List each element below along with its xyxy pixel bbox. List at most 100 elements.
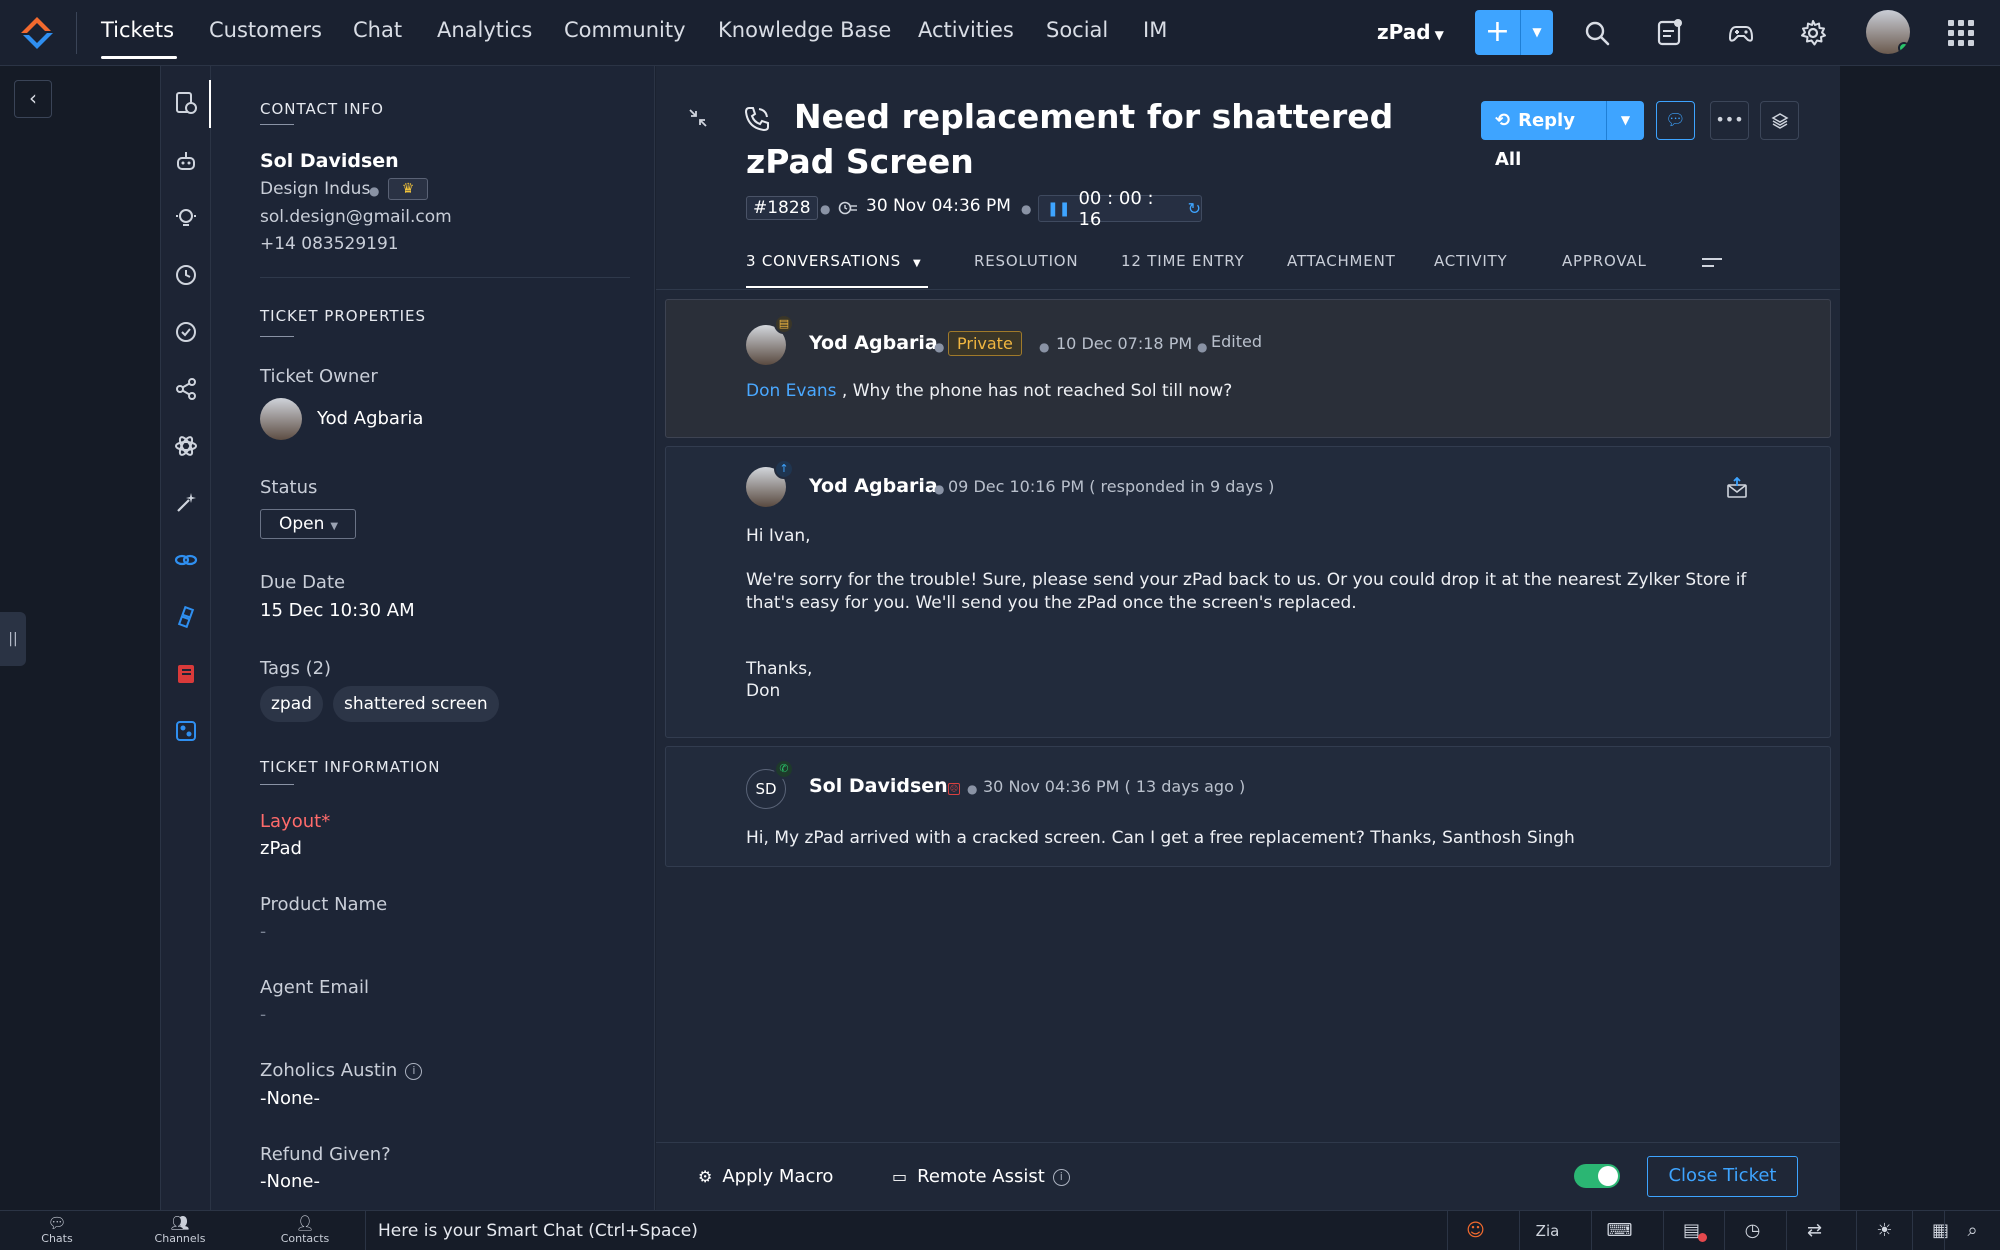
zoho-desk-logo[interactable] bbox=[18, 14, 56, 52]
author-name[interactable]: Yod Agbaria bbox=[809, 332, 938, 354]
tag-chip[interactable]: zpad bbox=[260, 686, 323, 722]
back-arrow-icon[interactable]: ‹ bbox=[14, 80, 52, 118]
due-date-value[interactable]: 15 Dec 10:30 AM bbox=[260, 600, 415, 621]
collapse-arrows-icon[interactable] bbox=[686, 106, 710, 130]
atom-icon[interactable] bbox=[173, 433, 199, 459]
tab-activity[interactable]: ACTIVITY bbox=[1434, 252, 1507, 270]
author-name[interactable]: Sol Davidsen bbox=[809, 775, 948, 797]
contacts-button[interactable]: 👤︎ Contacts bbox=[270, 1214, 340, 1245]
tab-time-entry[interactable]: 12 TIME ENTRY bbox=[1121, 252, 1245, 270]
layout-value[interactable]: zPad bbox=[260, 838, 302, 859]
notebook-integration-icon[interactable] bbox=[173, 661, 199, 687]
integration-link-icon[interactable] bbox=[173, 547, 199, 573]
outgoing-arrow-icon: ↑ bbox=[774, 459, 794, 479]
layers-button[interactable] bbox=[1760, 101, 1799, 140]
product-name-value[interactable]: - bbox=[260, 922, 266, 942]
chats-button[interactable]: 💬︎ Chats bbox=[22, 1214, 92, 1245]
channels-button[interactable]: 👥︎ Channels bbox=[145, 1214, 215, 1245]
private-badge: Private bbox=[948, 331, 1022, 356]
info-icon[interactable]: i bbox=[405, 1062, 423, 1080]
user-avatar[interactable] bbox=[1866, 10, 1910, 54]
search-icon[interactable] bbox=[1582, 18, 1612, 48]
projects-integration-icon[interactable] bbox=[173, 718, 199, 744]
brightness-icon[interactable]: ☀ bbox=[1856, 1211, 1912, 1250]
ticket-properties-icon[interactable] bbox=[173, 90, 199, 116]
conversation-reply[interactable]: ↑ Yod Agbaria ● 09 Dec 10:16 PM ( respon… bbox=[665, 446, 1831, 738]
toggle-switch[interactable] bbox=[1574, 1164, 1620, 1188]
vip-crown-icon: ♛ bbox=[388, 178, 428, 200]
contact-email[interactable]: sol.design@gmail.com bbox=[260, 207, 452, 227]
ticket-owner-name[interactable]: Yod Agbaria bbox=[317, 408, 423, 429]
contact-info-heading: CONTACT INFO bbox=[260, 100, 384, 118]
pause-icon[interactable]: ❚❚ bbox=[1047, 201, 1070, 217]
clock-icon[interactable]: ◷ bbox=[1724, 1211, 1780, 1250]
tab-attachment[interactable]: ATTACHMENT bbox=[1287, 252, 1396, 270]
conversation-customer-message[interactable]: SD ✆ Sol Davidsen ☹ ● 30 Nov 04:36 PM ( … bbox=[665, 746, 1831, 867]
ticket-action-bar: ⚙ Apply Macro ▭ Remote Assist i Close Ticke… bbox=[656, 1142, 1840, 1210]
chat-bubble-icon: 💬︎ bbox=[47, 1214, 67, 1232]
zoholics-austin-value[interactable]: -None- bbox=[260, 1088, 320, 1109]
nav-activities[interactable]: Activities bbox=[918, 18, 1014, 42]
contact-name[interactable]: Sol Davidsen bbox=[260, 150, 399, 172]
panel-resize-handle[interactable]: || bbox=[0, 612, 26, 666]
smart-chat-input[interactable]: Here is your Smart Chat (Ctrl+Space) bbox=[365, 1211, 1440, 1250]
zia-icon[interactable]: Zia bbox=[1519, 1211, 1575, 1250]
comment-button[interactable]: 💬︎ bbox=[1656, 101, 1695, 140]
reply-all-label[interactable]: ⟲ Reply All bbox=[1481, 101, 1607, 170]
refund-given-value[interactable]: -None- bbox=[260, 1171, 320, 1192]
agent-email-value[interactable]: - bbox=[260, 1005, 266, 1025]
department-switcher[interactable]: zPad ▼ bbox=[1377, 20, 1444, 44]
email-sent-icon[interactable] bbox=[1726, 477, 1748, 499]
transfer-icon[interactable]: ⇄ bbox=[1786, 1211, 1842, 1250]
contact-phone[interactable]: +14 083529191 bbox=[260, 234, 399, 254]
app-grid-icon[interactable] bbox=[1948, 20, 1974, 46]
share-icon[interactable] bbox=[173, 376, 199, 402]
nav-analytics[interactable]: Analytics bbox=[437, 18, 532, 42]
chevron-down-icon[interactable]: ▼ bbox=[1521, 10, 1553, 55]
history-icon[interactable] bbox=[173, 262, 199, 288]
status-dropdown[interactable]: Open ▼ bbox=[260, 509, 356, 539]
gamepad-icon[interactable] bbox=[1726, 18, 1756, 48]
ticket-details-panel: CONTACT INFO Sol Davidsen Design Indus ●… bbox=[211, 66, 655, 1210]
sort-menu-icon[interactable] bbox=[1702, 258, 1722, 272]
crm-integration-icon[interactable] bbox=[173, 604, 199, 630]
contact-company[interactable]: Design Indus bbox=[260, 179, 370, 199]
apply-macro-button[interactable]: ⚙ Apply Macro bbox=[698, 1166, 833, 1187]
notifications-icon[interactable]: ▤ bbox=[1663, 1211, 1719, 1250]
refund-given-label: Refund Given? bbox=[260, 1144, 391, 1165]
check-circle-icon[interactable] bbox=[173, 319, 199, 345]
plus-icon[interactable]: + bbox=[1475, 10, 1521, 55]
more-options-button[interactable]: ••• bbox=[1710, 101, 1749, 140]
nav-knowledge-base[interactable]: Knowledge Base bbox=[718, 18, 891, 42]
nav-community[interactable]: Community bbox=[564, 18, 686, 42]
reply-all-button[interactable]: ⟲ Reply All ▼ bbox=[1481, 101, 1644, 170]
lightbulb-icon[interactable] bbox=[173, 205, 199, 231]
separator-dot: ● bbox=[369, 184, 380, 198]
zia-bot-icon[interactable]: ☺ bbox=[1447, 1211, 1503, 1250]
ticket-id-badge[interactable]: #1828 bbox=[746, 196, 818, 220]
keyboard-icon[interactable]: ⌨ bbox=[1591, 1211, 1647, 1250]
new-item-button[interactable]: + ▼ bbox=[1475, 10, 1553, 55]
gear-icon[interactable] bbox=[1798, 18, 1828, 48]
tab-resolution[interactable]: RESOLUTION bbox=[974, 252, 1078, 270]
info-icon[interactable]: i bbox=[1052, 1168, 1070, 1186]
tab-conversations[interactable]: 3 CONVERSATIONS ▼ bbox=[746, 252, 922, 270]
bot-icon[interactable] bbox=[173, 148, 199, 174]
notes-icon[interactable] bbox=[1654, 18, 1684, 48]
search-icon[interactable]: ⌕ bbox=[1944, 1211, 2000, 1250]
refresh-icon[interactable]: ↻ bbox=[1188, 199, 1201, 218]
nav-im[interactable]: IM bbox=[1143, 18, 1167, 42]
nav-social[interactable]: Social bbox=[1046, 18, 1108, 42]
mention-link[interactable]: Don Evans bbox=[746, 381, 837, 401]
magic-wand-icon[interactable] bbox=[173, 490, 199, 516]
conversation-private-comment[interactable]: ▤ Yod Agbaria ● Private ● 10 Dec 07:18 P… bbox=[665, 299, 1831, 438]
nav-customers[interactable]: Customers bbox=[209, 18, 322, 42]
tab-approval[interactable]: APPROVAL bbox=[1562, 252, 1647, 270]
close-ticket-button[interactable]: Close Ticket bbox=[1647, 1156, 1798, 1197]
chevron-down-icon[interactable]: ▼ bbox=[1607, 101, 1644, 140]
nav-tickets[interactable]: Tickets bbox=[101, 18, 174, 42]
author-name[interactable]: Yod Agbaria bbox=[809, 475, 938, 497]
tag-chip[interactable]: shattered screen bbox=[333, 686, 499, 722]
nav-chat[interactable]: Chat bbox=[353, 18, 402, 42]
remote-assist-button[interactable]: ▭ Remote Assist i bbox=[892, 1166, 1070, 1187]
